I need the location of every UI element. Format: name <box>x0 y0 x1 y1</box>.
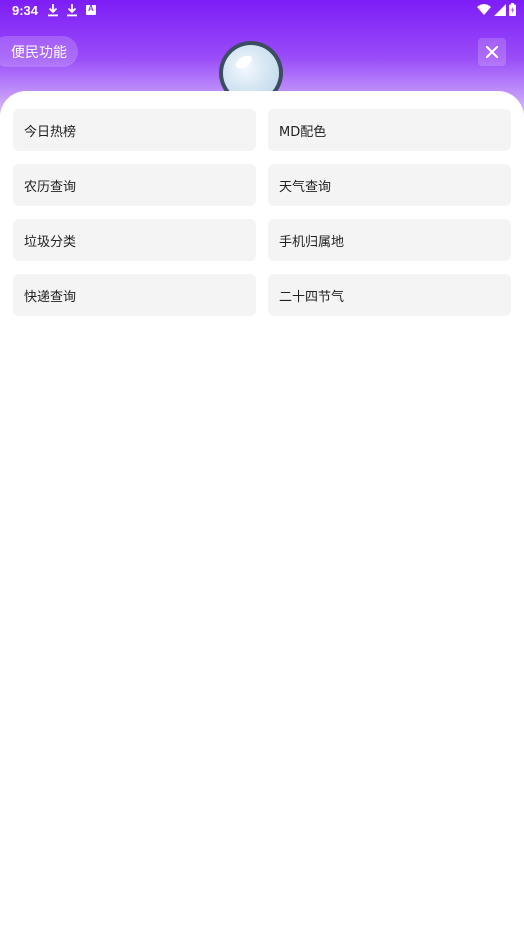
function-sheet: 今日热榜 MD配色 农历查询 天气查询 垃圾分类 手机归属地 快递查询 二十四节… <box>0 91 524 931</box>
function-item-label: 快递查询 <box>24 289 77 305</box>
function-item-hot-list[interactable]: 今日热榜 <box>13 109 256 151</box>
function-item-garbage-sorting[interactable]: 垃圾分类 <box>13 219 256 261</box>
function-item-phone-location[interactable]: 手机归属地 <box>268 219 511 261</box>
download-icon <box>48 4 58 17</box>
function-item-md-colors[interactable]: MD配色 <box>268 109 511 151</box>
function-item-label: 垃圾分类 <box>24 234 77 250</box>
battery-icon <box>509 3 516 16</box>
function-item-express-tracking[interactable]: 快递查询 <box>13 274 256 316</box>
function-item-label: 手机归属地 <box>279 234 345 250</box>
function-item-label: 天气查询 <box>279 179 332 195</box>
function-item-weather[interactable]: 天气查询 <box>268 164 511 206</box>
system-icons <box>477 3 516 16</box>
status-bar: 9:34 <box>0 0 524 22</box>
wifi-icon <box>477 3 491 15</box>
function-item-solar-terms[interactable]: 二十四节气 <box>268 274 511 316</box>
function-item-label: MD配色 <box>279 124 327 140</box>
close-icon <box>486 46 498 58</box>
function-item-label: 二十四节气 <box>279 289 345 305</box>
status-time: 9:34 <box>12 3 39 18</box>
page-title: 便民功能 <box>0 36 78 67</box>
signal-icon <box>494 3 506 16</box>
download-icon <box>67 4 77 17</box>
function-item-lunar-calendar[interactable]: 农历查询 <box>13 164 256 206</box>
orb-shine <box>233 53 255 71</box>
function-grid: 今日热榜 MD配色 农历查询 天气查询 垃圾分类 手机归属地 快递查询 二十四节… <box>13 109 511 316</box>
close-button[interactable] <box>478 38 506 66</box>
function-item-label: 农历查询 <box>24 179 77 195</box>
page-title-label: 便民功能 <box>11 44 67 61</box>
app-a-icon <box>86 4 96 15</box>
function-item-label: 今日热榜 <box>24 124 77 140</box>
